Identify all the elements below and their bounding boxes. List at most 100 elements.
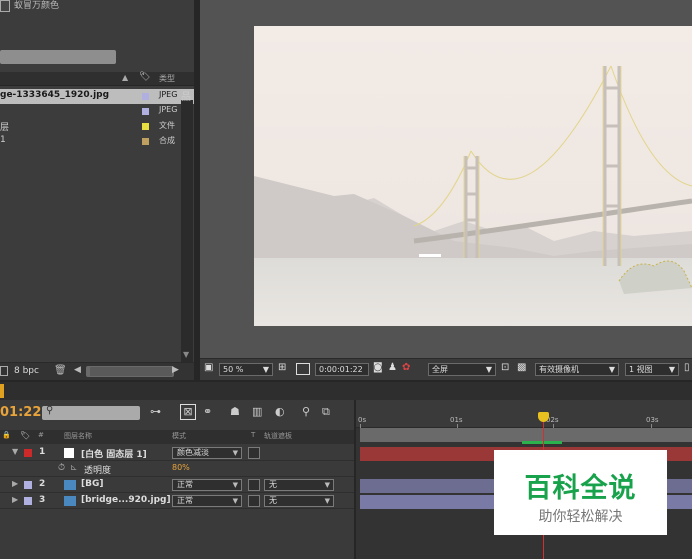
ruler-label: 0s <box>358 416 367 424</box>
zoom-dropdown[interactable]: 50 % ▼ <box>219 363 273 376</box>
label-color-icon <box>142 108 149 115</box>
trash-icon[interactable]: 🗑 <box>54 365 67 376</box>
blend-mode-dropdown[interactable]: 颜色减淡 ▼ <box>172 447 242 459</box>
column-t[interactable]: T <box>251 431 255 439</box>
blend-mode-dropdown[interactable]: 正常 ▼ <box>172 495 242 507</box>
graph-editor-icon[interactable]: ⚲ <box>302 405 310 418</box>
stopwatch-icon[interactable]: ⏱ <box>58 463 65 473</box>
region-of-interest-icon[interactable]: ⊡ <box>501 362 509 373</box>
camera-snapshot-icon[interactable]: ◙ <box>373 362 383 373</box>
more-icon[interactable]: ▯ <box>684 362 690 373</box>
camera-dropdown[interactable]: 有效摄像机 ▼ <box>535 363 619 376</box>
project-scrollbar[interactable] <box>181 100 193 362</box>
show-snapshot-icon[interactable]: ♟ <box>388 362 397 373</box>
sort-up-icon[interactable]: ▲ <box>122 73 128 82</box>
cache-indicator <box>522 441 562 444</box>
frame-blending-icon[interactable]: ▥ <box>252 405 262 418</box>
resolution-value: 全屏 <box>432 365 448 374</box>
track-matte-value: 无 <box>269 496 277 505</box>
table-row[interactable]: ▶ 3 [bridge...920.jpg] 正常 ▼ 无 ▼ <box>0 493 354 509</box>
chevron-down-icon[interactable]: ▼ <box>12 447 18 456</box>
scroll-down-icon[interactable]: ▼ <box>183 350 189 359</box>
chevron-right-icon[interactable]: ▶ <box>12 495 18 504</box>
footage-icon <box>64 480 76 490</box>
lock-icon[interactable]: 🔒 <box>2 431 11 439</box>
motion-blur-icon[interactable]: ◐ <box>275 405 285 418</box>
current-time-display[interactable]: 01:22 <box>0 405 41 420</box>
chevron-down-icon: ▼ <box>324 497 330 505</box>
zoom-value: 50 % <box>223 365 244 374</box>
layer-name[interactable]: [BG] <box>81 479 103 489</box>
transparency-grid-icon[interactable]: ▩ <box>517 362 526 373</box>
layer-number: 1 <box>39 447 46 457</box>
property-value[interactable]: 80% <box>172 463 190 472</box>
label-color-icon[interactable] <box>24 481 32 489</box>
bit-depth-label[interactable]: 8 bpc <box>14 366 39 376</box>
property-row[interactable]: ⏱ ⊾ 透明度 80% <box>0 461 354 477</box>
fit-icon[interactable]: ⊞ <box>278 362 286 373</box>
label-color-icon[interactable] <box>24 497 32 505</box>
project-item-type: JPEG <box>159 105 178 114</box>
magnify-icon[interactable]: ▣ <box>204 362 213 373</box>
track-matte-dropdown[interactable]: 无 ▼ <box>264 479 334 491</box>
viewer-toolbar: ▣ 50 % ▼ ⊞ 0:00:01:22 ◙ ♟ ✿ 全屏 ▼ ⊡ ▩ 有效摄… <box>200 358 692 380</box>
project-item[interactable]: ge-1333645_1920.jpg JPEG <box>0 89 194 104</box>
preserve-transparency-checkbox[interactable] <box>248 479 260 491</box>
project-item-type: JPEG <box>159 90 178 99</box>
label-tag-icon[interactable]: 🏷 <box>139 72 150 82</box>
preserve-transparency-checkbox[interactable] <box>248 495 260 507</box>
track-matte-value: 无 <box>269 480 277 489</box>
time-ruler[interactable] <box>356 400 692 428</box>
network-icon[interactable]: 品 <box>181 88 191 103</box>
scroll-left-icon[interactable]: ◀ <box>74 365 81 375</box>
chevron-down-icon: ▼ <box>232 497 238 505</box>
color-channel-icon[interactable]: ✿ <box>402 362 410 373</box>
composition-frame[interactable] <box>254 26 692 326</box>
project-item[interactable]: JPEG <box>0 104 194 119</box>
project-item[interactable]: 1 合成 <box>0 134 194 149</box>
blend-mode-value: 正常 <box>177 496 193 505</box>
layer-name[interactable]: [bridge...920.jpg] <box>81 495 171 505</box>
resolution-dropdown[interactable]: 全屏 ▼ <box>428 363 496 376</box>
project-column-header: ▲ 🏷 类型 <box>0 72 194 86</box>
timeline-search-input[interactable] <box>42 406 140 420</box>
work-area-bar[interactable] <box>360 428 692 442</box>
table-row[interactable]: ▶ 2 [BG] 正常 ▼ 无 ▼ <box>0 477 354 493</box>
chevron-down-icon: ▼ <box>608 365 615 374</box>
brainstorm-icon[interactable]: ⧉ <box>322 405 330 419</box>
watermark-subtitle: 助你轻松解决 <box>538 509 623 525</box>
timeline-tab-accent <box>0 384 4 398</box>
label-tag-icon[interactable]: 🏷 <box>20 431 30 440</box>
track-matte-dropdown[interactable]: 无 ▼ <box>264 495 334 507</box>
scroll-right-icon[interactable]: ▶ <box>172 365 179 375</box>
preserve-transparency-checkbox[interactable] <box>248 447 260 459</box>
property-name: 透明度 <box>84 466 112 476</box>
column-type[interactable]: 类型 <box>159 73 175 84</box>
layer-name[interactable]: [白色 固态层 1] <box>81 447 147 460</box>
blend-mode-value: 正常 <box>177 480 193 489</box>
blend-mode-dropdown[interactable]: 正常 ▼ <box>172 479 242 491</box>
hide-shy-layers-icon[interactable]: ☗ <box>230 405 240 418</box>
project-item[interactable]: 层 文件 <box>0 119 194 134</box>
column-trkmat[interactable]: 轨道遮板 <box>264 431 292 441</box>
column-number[interactable]: # <box>38 431 44 439</box>
column-source-name[interactable]: 图层名称 <box>64 431 92 441</box>
chevron-down-icon: ▼ <box>232 481 238 489</box>
project-search-input[interactable] <box>0 50 116 64</box>
color-swatch[interactable] <box>0 0 10 12</box>
draft-3d-icon[interactable]: ⚭ <box>203 405 212 418</box>
footage-icon <box>64 496 76 506</box>
views-dropdown[interactable]: 1 视图 ▼ <box>625 363 679 376</box>
project-panel: 蚁冒万颜色 ▲ 🏷 类型 ge-1333645_1920.jpg JPEG JP… <box>0 0 194 380</box>
column-mode[interactable]: 模式 <box>172 431 186 441</box>
scrollbar-thumb[interactable] <box>90 367 172 376</box>
label-color-icon[interactable] <box>24 449 32 457</box>
table-row[interactable]: ▼ 1 [白色 固态层 1] 颜色减淡 ▼ <box>0 445 354 461</box>
timecode-display[interactable]: 0:00:01:22 <box>315 363 369 376</box>
chevron-right-icon[interactable]: ▶ <box>12 479 18 488</box>
region-icon[interactable] <box>296 363 310 375</box>
live-update-icon[interactable]: ⊠ <box>180 404 196 420</box>
views-value: 1 视图 <box>629 365 653 374</box>
chevron-down-icon: ▼ <box>668 365 675 374</box>
comp-mini-flowchart-icon[interactable]: ⊶ <box>150 405 161 418</box>
